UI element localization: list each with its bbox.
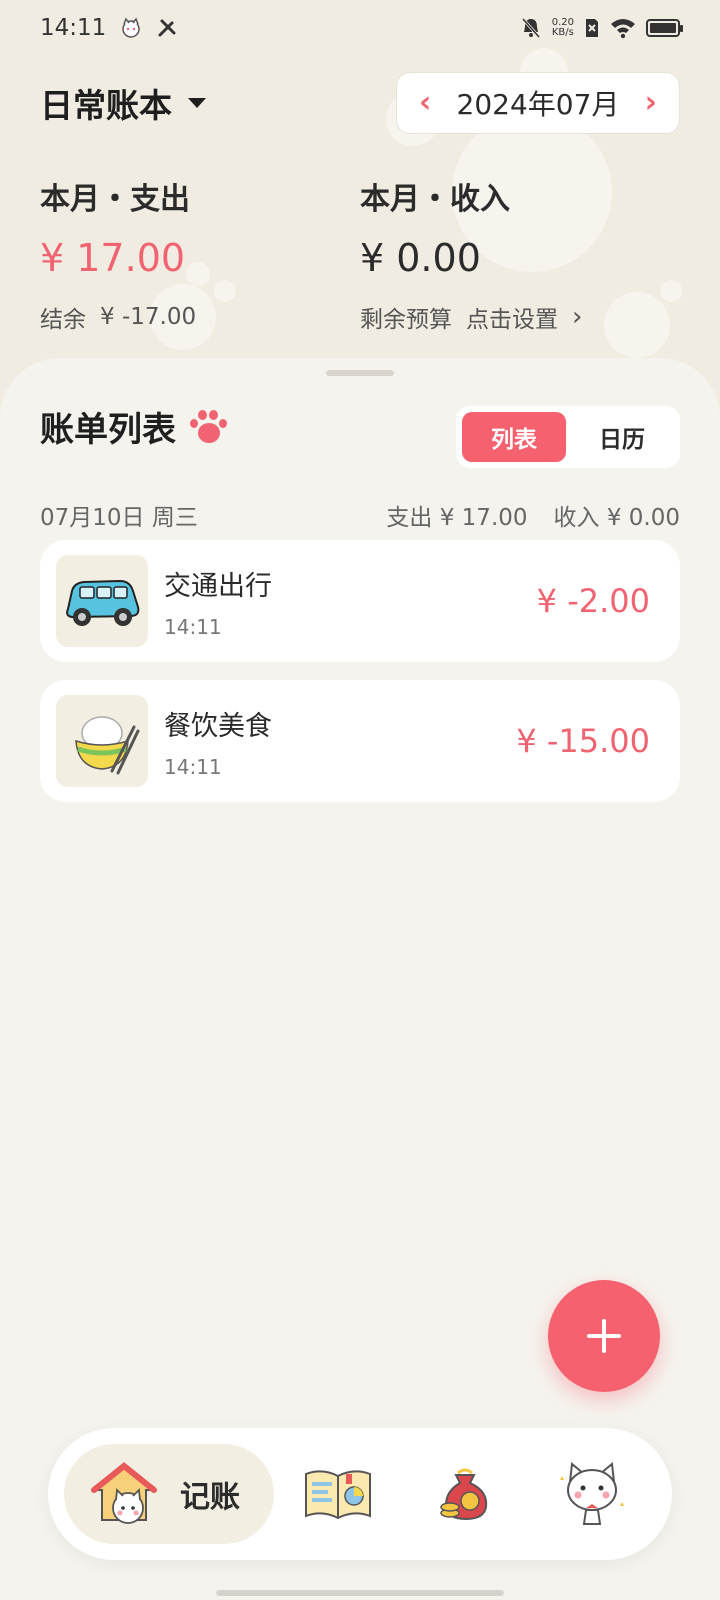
net-speed: 0.20 KB/s [552, 18, 574, 38]
ledger-name: 日常账本 [40, 86, 172, 125]
tools-icon [158, 19, 176, 37]
wifi-icon [611, 19, 635, 39]
net-speed-unit: KB/s [551, 27, 574, 38]
sheet-handle[interactable] [326, 370, 394, 376]
bill-list-title-text: 账单列表 [40, 410, 176, 450]
plus-icon [587, 1319, 621, 1353]
day-income-total: 收入 ¥ 0.00 [553, 505, 680, 531]
chevron-right-icon[interactable]: › [645, 88, 657, 118]
expense-amount: ¥ 17.00 [40, 236, 186, 280]
cat-profile-icon [560, 1462, 625, 1525]
statistics-book-icon [304, 1470, 371, 1520]
income-amount: ¥ 0.00 [360, 236, 481, 280]
balance-value: ¥ -17.00 [100, 304, 197, 330]
mute-bell-icon [521, 18, 540, 38]
month-label[interactable]: 2024年07月 [457, 83, 620, 123]
status-bar: 14:11 0.20 KB/s [0, 0, 720, 56]
chevron-right-icon: › [572, 302, 583, 332]
status-time: 14:11 [40, 15, 107, 41]
balance-label: 结余 [40, 307, 86, 333]
rice-bowl-icon [56, 695, 148, 787]
bill-info: 餐饮美食 14:11 [164, 704, 516, 779]
bill-info: 交通出行 14:11 [164, 564, 537, 639]
nav-item-bookkeeping[interactable]: 记账 [64, 1444, 275, 1544]
bill-time: 14:11 [164, 754, 222, 779]
bill-time: 14:11 [164, 614, 222, 639]
status-right: 0.20 KB/s [520, 16, 683, 40]
cat-house-icon [91, 1462, 157, 1524]
paw-decoration [660, 280, 682, 302]
bill-sheet: 账单列表 列表 日历 07月10日 周三 支出 ¥ 17.00 收入 ¥ 0.0… [0, 358, 720, 1600]
sim-off-icon [586, 19, 598, 37]
battery-icon [646, 19, 683, 37]
expense-label: 本月・支出 [40, 182, 190, 217]
bill-category: 交通出行 [164, 570, 272, 602]
month-picker: ‹ 2024年07月 › [396, 72, 680, 134]
nav-item-assets[interactable] [401, 1444, 528, 1544]
add-bill-button[interactable] [548, 1280, 660, 1392]
bill-amount: ¥ -2.00 [536, 582, 650, 620]
view-toggle: 列表 日历 [456, 406, 680, 468]
budget-action[interactable]: 点击设置 [466, 300, 558, 334]
caret-down-icon [188, 98, 206, 108]
income-label: 本月・收入 [360, 182, 510, 217]
nav-item-profile[interactable] [529, 1444, 656, 1544]
bill-item[interactable]: 交通出行 14:11 ¥ -2.00 [40, 540, 680, 662]
income-summary: 本月・收入 ¥ 0.00 剩余预算 点击设置 › [360, 174, 582, 334]
expense-summary: 本月・支出 ¥ 17.00 结余 ¥ -17.00 [40, 174, 196, 334]
chevron-left-icon[interactable]: ‹ [419, 88, 431, 118]
cat-notification-icon [122, 17, 141, 38]
day-header: 07月10日 周三 支出 ¥ 17.00 收入 ¥ 0.00 [40, 498, 680, 532]
day-date: 07月10日 周三 [40, 505, 198, 531]
nav-label-bookkeeping: 记账 [180, 1480, 240, 1515]
nav-item-statistics[interactable] [274, 1444, 401, 1544]
bill-item[interactable]: 餐饮美食 14:11 ¥ -15.00 [40, 680, 680, 802]
day-totals: 支出 ¥ 17.00 收入 ¥ 0.00 [386, 498, 680, 532]
bill-list-title: 账单列表 [40, 402, 228, 451]
balance-row: 结余 ¥ -17.00 [40, 300, 196, 334]
money-bag-icon [440, 1468, 488, 1521]
budget-row[interactable]: 剩余预算 点击设置 › [360, 300, 582, 334]
car-icon [56, 555, 148, 647]
ledger-selector[interactable]: 日常账本 [40, 78, 206, 128]
day-expense-total: 支出 ¥ 17.00 [386, 505, 528, 531]
status-left: 14:11 [40, 15, 178, 41]
bill-category: 餐饮美食 [164, 710, 272, 742]
tab-calendar[interactable]: 日历 [570, 412, 674, 462]
home-indicator [216, 1590, 504, 1596]
bill-amount: ¥ -15.00 [516, 722, 650, 760]
bottom-nav: 记账 [48, 1428, 672, 1560]
paw-icon [188, 409, 228, 445]
paw-decoration [604, 292, 670, 358]
tab-list[interactable]: 列表 [462, 412, 566, 462]
paw-decoration [214, 280, 236, 302]
budget-label: 剩余预算 [360, 307, 452, 333]
